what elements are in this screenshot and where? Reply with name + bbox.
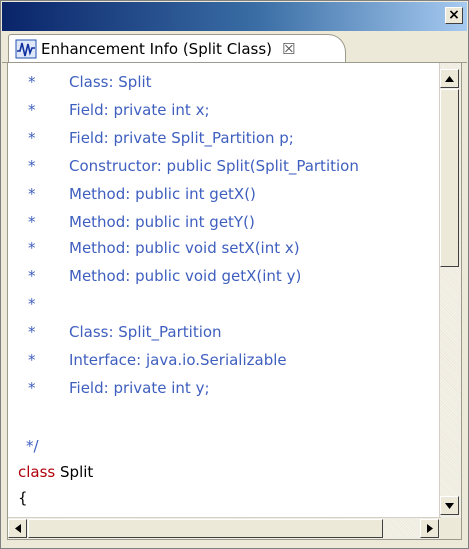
arrow-left-icon [14, 524, 21, 533]
tab-label: Enhancement Info (Split Class) [41, 39, 273, 58]
arrow-right-icon [426, 524, 433, 533]
arrow-down-icon [445, 502, 454, 509]
vertical-scrollbar[interactable] [439, 63, 461, 521]
comment-star: * [28, 323, 36, 341]
title-bar: × [2, 2, 467, 31]
waveform-icon [15, 39, 37, 58]
comment-star: * [28, 239, 36, 257]
scroll-left-button[interactable] [8, 519, 27, 538]
horizontal-scrollbar[interactable] [8, 517, 441, 539]
comment-text: Interface: java.io.Serializable [69, 351, 287, 369]
comment-star: * [28, 295, 36, 313]
comment-star: * [28, 157, 36, 175]
class-declaration-line: class Split [18, 459, 93, 485]
tab-enhancement-info[interactable]: Enhancement Info (Split Class) ☒ [8, 34, 346, 62]
tab-strip: Enhancement Info (Split Class) ☒ [2, 31, 467, 63]
open-brace-line: { [18, 485, 28, 511]
scrollbar-corner [440, 518, 461, 539]
comment-text: Class: Split_Partition [69, 323, 222, 341]
comment-star: * [28, 73, 36, 91]
comment-text: Constructor: public Split(Split_Partitio… [69, 157, 359, 175]
comment-text: Field: private Split_Partition p; [69, 129, 294, 147]
comment-star: * [28, 129, 36, 147]
class-keyword: class [18, 463, 56, 481]
comment-text: Method: public void setX(int x) [69, 239, 300, 257]
comment-text: Field: private int x; [69, 101, 210, 119]
comment-text: Method: public void getX(int y) [69, 267, 302, 285]
horizontal-scroll-thumb[interactable] [28, 519, 383, 538]
arrow-up-icon [445, 75, 454, 82]
comment-text: Method: public int getX() [69, 185, 256, 203]
comment-star: * [28, 267, 36, 285]
comment-text: Field: private int y; [69, 379, 210, 397]
scroll-right-button[interactable] [420, 519, 439, 538]
open-brace: { [18, 489, 28, 507]
comment-star: * [28, 101, 36, 119]
comment-text: Method: public int getY() [69, 213, 255, 231]
window-close-button[interactable]: × [445, 7, 463, 24]
comment-star: * [28, 351, 36, 369]
scroll-up-button[interactable] [440, 69, 459, 88]
comment-end: */ [26, 437, 39, 455]
comment-star: * [28, 213, 36, 231]
comment-text: Class: Split [69, 73, 152, 91]
comment-star: * [28, 379, 36, 397]
tab-close-icon[interactable]: ☒ [282, 40, 295, 58]
editor-window: × Enhancement Info (Split Class) ☒ * Clas… [0, 0, 469, 549]
class-name: Split [60, 463, 94, 481]
scroll-down-button[interactable] [440, 496, 459, 515]
vertical-scroll-thumb[interactable] [440, 89, 459, 267]
code-area[interactable]: * Class: Split * Field: private int x; * Fiel… [18, 69, 428, 517]
comment-star: * [28, 185, 36, 203]
code-editor[interactable]: * Class: Split * Field: private int x; * Fiel… [7, 62, 462, 540]
